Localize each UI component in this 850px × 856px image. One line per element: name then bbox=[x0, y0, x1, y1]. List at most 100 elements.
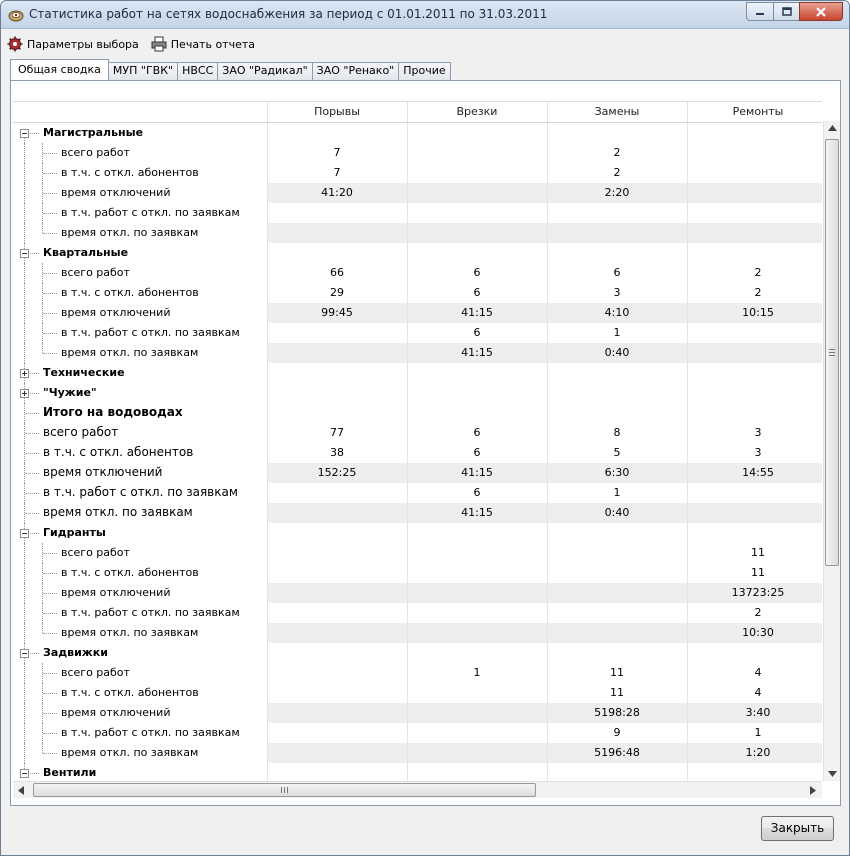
table-row[interactable]: в т.ч. работ с откл. по заявкам 6 1 bbox=[13, 482, 822, 503]
row-label: всего работ bbox=[43, 424, 119, 439]
expand-icon[interactable] bbox=[20, 368, 29, 378]
cell-breaks bbox=[267, 682, 408, 703]
table-row[interactable]: время откл. по заявкам 5196:48 1:20 bbox=[13, 742, 822, 763]
close-button[interactable]: Закрыть bbox=[761, 816, 834, 841]
collapse-icon[interactable] bbox=[20, 528, 29, 538]
cell-breaks bbox=[267, 362, 408, 383]
scroll-right-icon[interactable] bbox=[810, 786, 816, 795]
row-label-cell: в т.ч. с откл. абонентов bbox=[13, 282, 268, 303]
cell-repairs bbox=[687, 482, 822, 503]
cell-taps: 1 bbox=[407, 662, 548, 683]
table-row[interactable]: всего работ 66 6 6 2 bbox=[13, 262, 822, 283]
table-row[interactable]: всего работ 11 bbox=[13, 542, 822, 563]
scroll-up-icon[interactable] bbox=[828, 125, 837, 131]
table-row[interactable]: время отключений 13723:25 bbox=[13, 582, 822, 603]
table-row[interactable]: Гидранты bbox=[13, 522, 822, 543]
tab-renako[interactable]: ЗАО "Ренако" bbox=[311, 62, 400, 80]
table-row[interactable]: время откл. по заявкам 10:30 bbox=[13, 622, 822, 643]
row-label: время отключений bbox=[61, 585, 171, 599]
table-row[interactable]: всего работ 7 2 bbox=[13, 142, 822, 163]
cell-breaks bbox=[267, 502, 408, 523]
table-row[interactable]: в т.ч. с откл. абонентов 29 6 3 2 bbox=[13, 282, 822, 303]
row-label: в т.ч. работ с откл. по заявкам bbox=[61, 725, 240, 739]
cell-replacements: 1 bbox=[547, 482, 688, 503]
table-row[interactable]: в т.ч. с откл. абонентов 7 2 bbox=[13, 162, 822, 183]
header-col-replacements[interactable]: Замены bbox=[547, 102, 688, 123]
header-label-col[interactable] bbox=[13, 102, 268, 123]
scroll-down-icon[interactable] bbox=[828, 771, 837, 777]
print-report-button[interactable]: Печать отчета bbox=[151, 36, 255, 52]
row-label-cell: всего работ bbox=[13, 662, 268, 683]
cell-replacements bbox=[547, 622, 688, 643]
cell-taps bbox=[407, 562, 548, 583]
minimize-button[interactable] bbox=[746, 2, 773, 21]
vertical-scroll-thumb[interactable] bbox=[825, 139, 839, 566]
table-row[interactable]: время откл. по заявкам 41:15 0:40 bbox=[13, 502, 822, 523]
collapse-icon[interactable] bbox=[20, 768, 29, 778]
row-label-cell: всего работ bbox=[13, 422, 268, 443]
vertical-scrollbar[interactable] bbox=[823, 121, 840, 781]
tab-radikal[interactable]: ЗАО "Радикал" bbox=[217, 62, 313, 80]
table-row[interactable]: Итого на водоводах bbox=[13, 402, 822, 423]
row-label: в т.ч. работ с откл. по заявкам bbox=[61, 605, 240, 619]
cell-taps bbox=[407, 742, 548, 763]
cell-breaks bbox=[267, 662, 408, 683]
title-bar[interactable]: Статистика работ на сетях водоснабжения … bbox=[1, 1, 849, 29]
table-row[interactable]: в т.ч. с откл. абонентов 11 bbox=[13, 562, 822, 583]
header-col-breaks[interactable]: Порывы bbox=[267, 102, 408, 123]
table-row[interactable]: Вентили bbox=[13, 762, 822, 781]
table-row[interactable]: Задвижки bbox=[13, 642, 822, 663]
table-row[interactable]: время отключений 5198:28 3:40 bbox=[13, 702, 822, 723]
table-row[interactable]: время откл. по заявкам bbox=[13, 222, 822, 243]
table-row[interactable]: "Чужие" bbox=[13, 382, 822, 403]
table-row[interactable]: всего работ 1 11 4 bbox=[13, 662, 822, 683]
row-label-cell: Задвижки bbox=[13, 642, 268, 663]
tab-other[interactable]: Прочие bbox=[398, 62, 451, 80]
cell-breaks bbox=[267, 202, 408, 223]
cell-repairs: 11 bbox=[687, 542, 822, 563]
table-row[interactable]: время отключений 152:25 41:15 6:30 14:55 bbox=[13, 462, 822, 483]
row-label-cell: Квартальные bbox=[13, 242, 268, 263]
expand-icon[interactable] bbox=[20, 388, 29, 398]
tab-summary[interactable]: Общая сводка bbox=[10, 59, 109, 80]
table-row[interactable]: в т.ч. работ с откл. по заявкам bbox=[13, 202, 822, 223]
selection-params-button[interactable]: Параметры выбора bbox=[7, 36, 139, 52]
horizontal-scrollbar[interactable] bbox=[13, 781, 822, 798]
stats-tree-grid[interactable]: Порывы Врезки Замены Ремонты Магистральн… bbox=[13, 101, 822, 781]
table-row[interactable]: Квартальные bbox=[13, 242, 822, 263]
tab-nvss[interactable]: НВСС bbox=[177, 62, 219, 80]
table-row[interactable]: время откл. по заявкам 41:15 0:40 bbox=[13, 342, 822, 363]
row-label: в т.ч. с откл. абонентов bbox=[61, 685, 199, 699]
row-label-cell: время отключений bbox=[13, 582, 268, 603]
cell-breaks: 7 bbox=[267, 162, 408, 183]
close-window-button[interactable] bbox=[799, 2, 843, 21]
table-row[interactable]: время отключений 41:20 2:20 bbox=[13, 182, 822, 203]
table-row[interactable]: в т.ч. с откл. абонентов 11 4 bbox=[13, 682, 822, 703]
table-row[interactable]: в т.ч. с откл. абонентов 38 6 5 3 bbox=[13, 442, 822, 463]
collapse-icon[interactable] bbox=[20, 648, 29, 658]
cell-repairs bbox=[687, 142, 822, 163]
table-row[interactable]: в т.ч. работ с откл. по заявкам 9 1 bbox=[13, 722, 822, 743]
cell-repairs bbox=[687, 642, 822, 663]
row-label-cell: всего работ bbox=[13, 262, 268, 283]
table-row[interactable]: Технические bbox=[13, 362, 822, 383]
header-col-repairs[interactable]: Ремонты bbox=[687, 102, 822, 123]
cell-taps: 6 bbox=[407, 282, 548, 303]
scroll-left-icon[interactable] bbox=[18, 786, 24, 795]
table-row[interactable]: в т.ч. работ с откл. по заявкам 6 1 bbox=[13, 322, 822, 343]
horizontal-scroll-thumb[interactable] bbox=[33, 783, 536, 797]
cell-breaks bbox=[267, 482, 408, 503]
selection-params-label: Параметры выбора bbox=[27, 37, 139, 51]
collapse-icon[interactable] bbox=[20, 248, 29, 258]
table-row[interactable]: всего работ 77 6 8 3 bbox=[13, 422, 822, 443]
table-row[interactable]: в т.ч. работ с откл. по заявкам 2 bbox=[13, 602, 822, 623]
maximize-button[interactable] bbox=[773, 2, 799, 21]
table-row[interactable]: Магистральные bbox=[13, 122, 822, 143]
header-col-taps[interactable]: Врезки bbox=[407, 102, 548, 123]
table-row[interactable]: время отключений 99:45 41:15 4:10 10:15 bbox=[13, 302, 822, 323]
cell-taps bbox=[407, 202, 548, 223]
collapse-icon[interactable] bbox=[20, 128, 29, 138]
cell-replacements: 5196:48 bbox=[547, 742, 688, 763]
tab-mup-gvk[interactable]: МУП "ГВК" bbox=[107, 62, 179, 80]
row-label-cell: в т.ч. с откл. абонентов bbox=[13, 162, 268, 183]
